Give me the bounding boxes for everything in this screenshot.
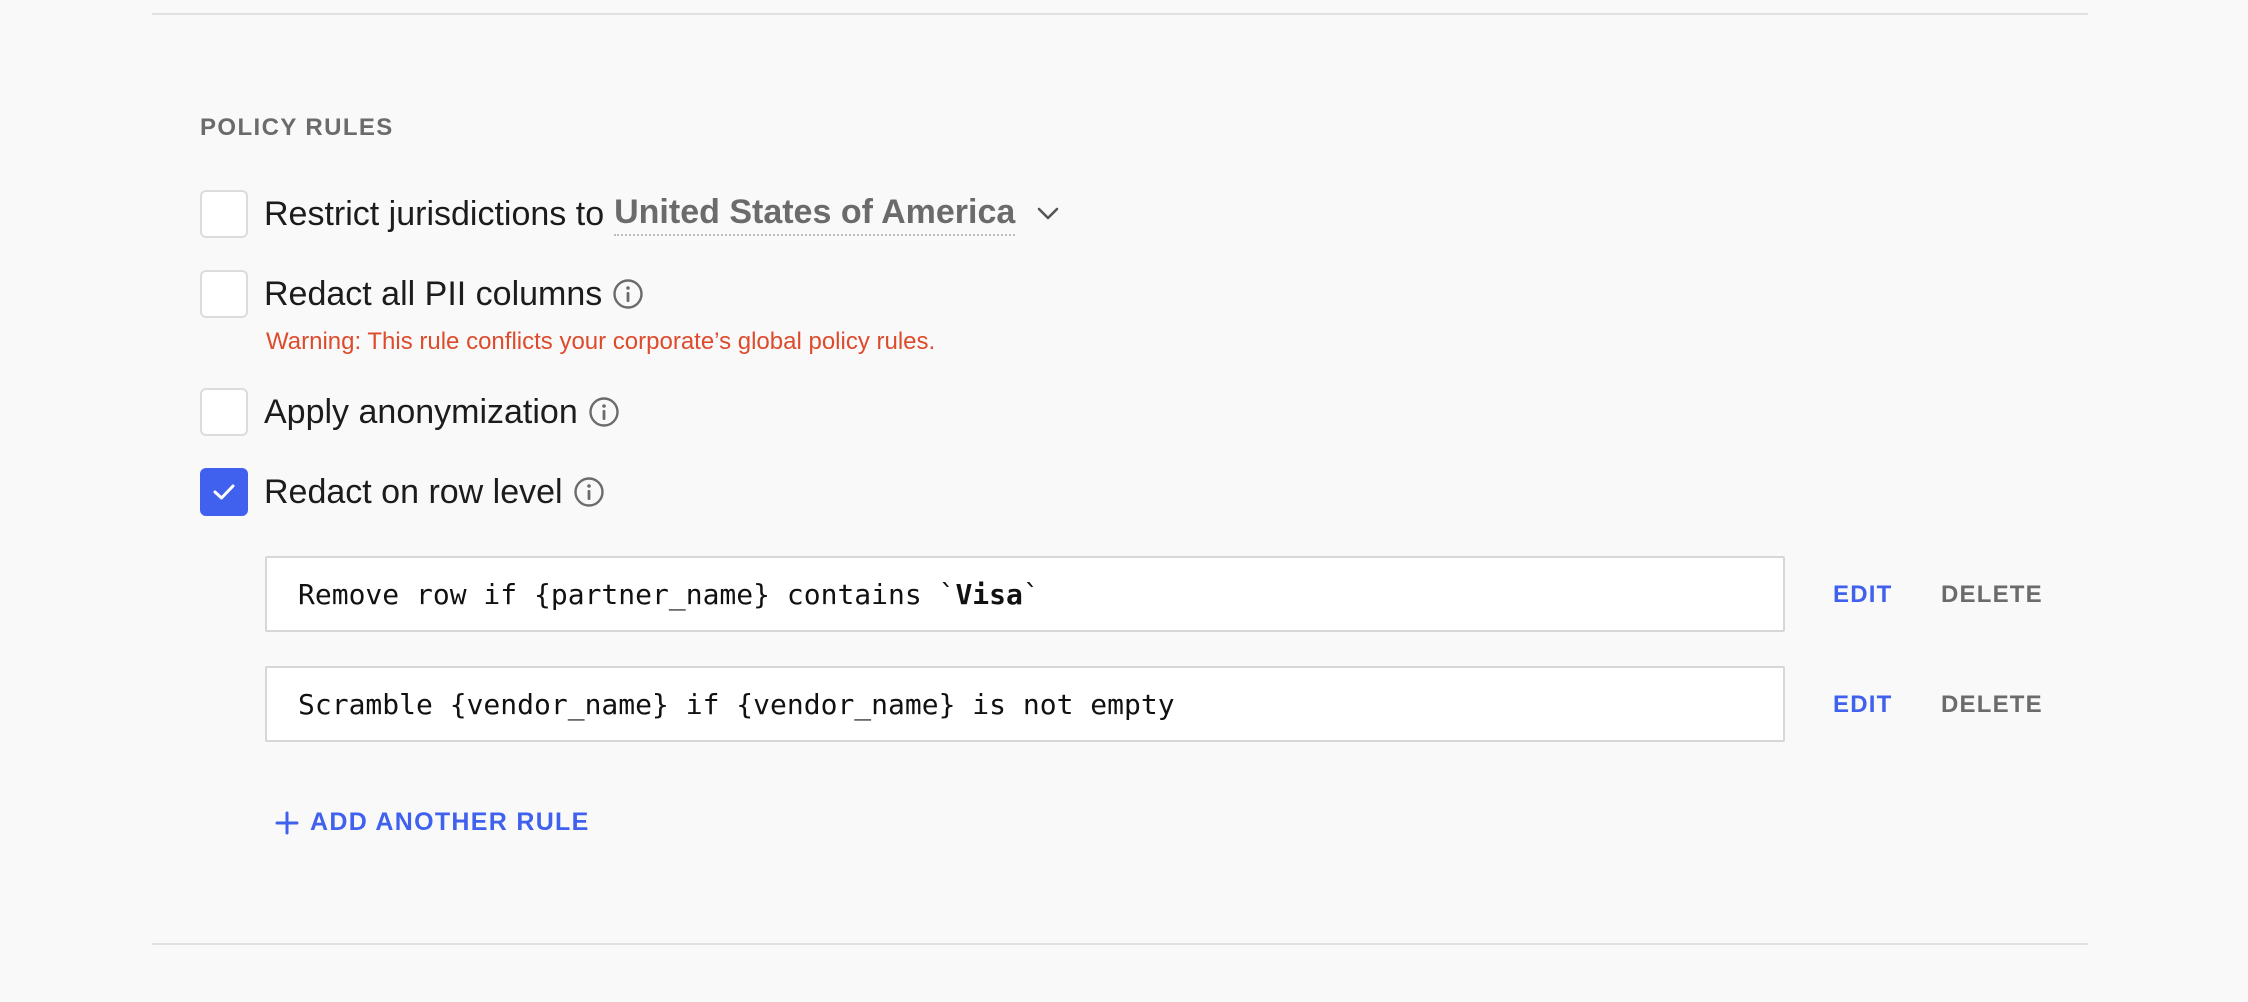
delete-rule-button[interactable]: DELETE bbox=[1941, 691, 2043, 719]
rule-restrict-jurisdictions: Restrict jurisdictions to United States … bbox=[200, 190, 1061, 238]
apply-anonymization-checkbox[interactable] bbox=[200, 388, 248, 436]
rule-apply-anonymization: Apply anonymization bbox=[200, 388, 620, 436]
plus-icon bbox=[274, 810, 300, 836]
info-icon[interactable] bbox=[612, 278, 644, 310]
jurisdiction-dropdown[interactable]: United States of America bbox=[614, 193, 1016, 236]
add-another-rule-button[interactable]: ADD ANOTHER RULE bbox=[274, 808, 590, 837]
bottom-divider bbox=[152, 943, 2088, 945]
rule-label: Apply anonymization bbox=[264, 392, 578, 431]
redact-row-level-checkbox[interactable] bbox=[200, 468, 248, 516]
row-rule-condition[interactable]: Remove row if {partner_name} contains ` V… bbox=[265, 556, 1785, 632]
conflict-warning: Warning: This rule conflicts your corpor… bbox=[266, 328, 936, 355]
condition-text: Scramble {vendor_name} if {vendor_name} … bbox=[298, 687, 1175, 721]
rule-redact-pii: Redact all PII columns bbox=[200, 270, 644, 318]
info-icon[interactable] bbox=[588, 396, 620, 428]
edit-rule-button[interactable]: EDIT bbox=[1833, 581, 1892, 609]
info-icon[interactable] bbox=[573, 476, 605, 508]
rule-label: Redact on row level bbox=[264, 472, 563, 511]
delete-rule-button[interactable]: DELETE bbox=[1941, 581, 2043, 609]
rule-redact-row-level: Redact on row level bbox=[200, 468, 605, 516]
rule-label: Redact all PII columns bbox=[264, 274, 603, 313]
row-rule-condition[interactable]: Scramble {vendor_name} if {vendor_name} … bbox=[265, 666, 1785, 742]
section-title: POLICY RULES bbox=[200, 114, 394, 141]
chevron-down-icon[interactable] bbox=[1035, 201, 1061, 227]
condition-value: Visa bbox=[955, 577, 1023, 611]
add-rule-label: ADD ANOTHER RULE bbox=[310, 808, 590, 836]
restrict-jurisdictions-checkbox[interactable] bbox=[200, 190, 248, 238]
top-divider bbox=[152, 13, 2088, 15]
edit-rule-button[interactable]: EDIT bbox=[1833, 691, 1892, 719]
redact-pii-checkbox[interactable] bbox=[200, 270, 248, 318]
check-icon bbox=[212, 483, 236, 501]
condition-text-end: ` bbox=[1022, 577, 1040, 611]
condition-text: Remove row if {partner_name} contains ` bbox=[298, 577, 956, 611]
rule-label: Restrict jurisdictions to bbox=[264, 194, 605, 233]
